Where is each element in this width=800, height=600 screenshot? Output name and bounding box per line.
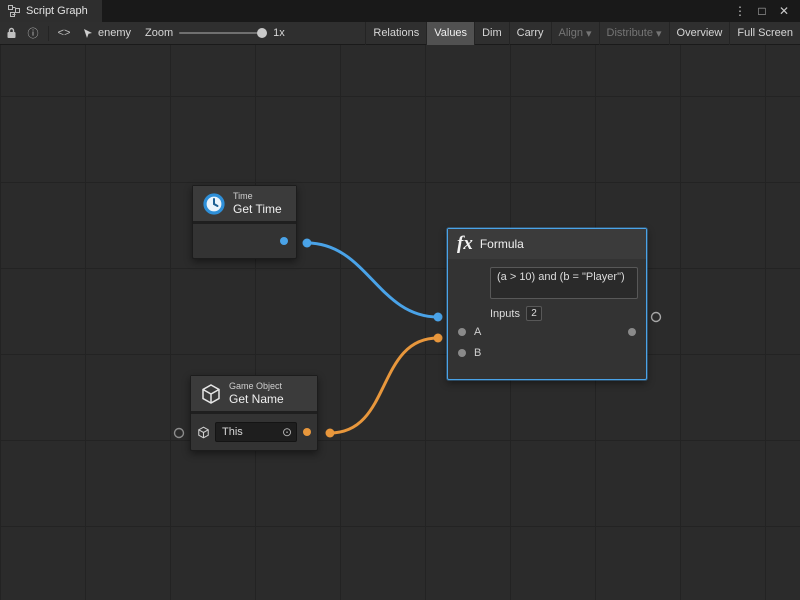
- zoom-label: Zoom: [145, 27, 173, 39]
- overview-button[interactable]: Overview: [669, 22, 730, 45]
- tab-script-graph[interactable]: Script Graph: [0, 0, 102, 22]
- toolbar-separator: [48, 26, 49, 41]
- formula-result-unconnected-port[interactable]: [652, 313, 661, 322]
- get-time-title: Get Time: [233, 202, 282, 216]
- carry-button[interactable]: Carry: [509, 22, 551, 45]
- formula-expression-input[interactable]: (a > 10) and (b = "Player"): [490, 267, 638, 299]
- connection-wires: [0, 45, 800, 600]
- wire-start-port-get-name[interactable]: [326, 429, 335, 438]
- formula-port-b-label: B: [474, 347, 481, 359]
- dim-label: Dim: [482, 27, 502, 39]
- fullscreen-label: Full Screen: [737, 27, 793, 39]
- pointer-icon: [83, 28, 94, 39]
- inputs-count-input[interactable]: 2: [526, 306, 542, 321]
- formula-header[interactable]: fx Formula: [448, 229, 646, 259]
- get-name-target-unconnected-port[interactable]: [175, 429, 184, 438]
- dim-button[interactable]: Dim: [474, 22, 509, 45]
- node-get-time[interactable]: Time Get Time: [192, 185, 297, 259]
- wire-get-time-to-formula-a[interactable]: [307, 243, 438, 317]
- formula-port-row-a: A: [448, 321, 646, 342]
- zoom-value: 1x: [273, 27, 285, 39]
- graph-owner-indicator[interactable]: enemy: [75, 27, 139, 39]
- formula-title: Formula: [480, 237, 524, 251]
- target-object-value: This: [222, 426, 243, 438]
- get-name-body: This ⊙: [191, 414, 317, 450]
- graph-name: enemy: [98, 27, 131, 39]
- window-menu-icon[interactable]: ⋮: [730, 4, 750, 18]
- distribute-button[interactable]: Distribute▾: [599, 22, 669, 45]
- title-bar: Script Graph ⋮ □ ✕: [0, 0, 800, 22]
- wire-end-port-formula-a[interactable]: [434, 313, 443, 322]
- node-formula[interactable]: fx Formula (a > 10) and (b = "Player") I…: [447, 228, 647, 380]
- cube-icon-small: [197, 426, 210, 439]
- tab-title: Script Graph: [26, 5, 88, 17]
- align-label: Align: [559, 27, 583, 39]
- align-button[interactable]: Align▾: [551, 22, 599, 45]
- wire-get-name-to-formula-b[interactable]: [330, 338, 438, 433]
- get-name-category: Game Object: [229, 381, 284, 392]
- toolbar-buttons: Relations Values Dim Carry Align▾ Distri…: [365, 22, 800, 45]
- zoom-slider-handle[interactable]: [257, 28, 267, 38]
- carry-label: Carry: [517, 27, 544, 39]
- lock-icon[interactable]: [0, 22, 22, 45]
- graph-toolbar: ⓘ <> enemy Zoom 1x Relations Values Dim …: [0, 22, 800, 45]
- object-picker-icon[interactable]: ⊙: [282, 425, 292, 439]
- formula-port-row-b: B: [448, 342, 646, 363]
- values-label: Values: [434, 27, 467, 39]
- graph-canvas[interactable]: Time Get Time fx Formula (a > 10) and (b…: [0, 45, 800, 600]
- formula-input-port-a[interactable]: [458, 328, 466, 336]
- overview-label: Overview: [677, 27, 723, 39]
- code-icon[interactable]: <>: [53, 22, 75, 45]
- clock-icon: [202, 192, 226, 216]
- close-icon[interactable]: ✕: [774, 4, 794, 18]
- formula-port-a-label: A: [474, 326, 481, 338]
- node-get-name[interactable]: Game Object Get Name This ⊙: [190, 375, 318, 451]
- relations-label: Relations: [373, 27, 419, 39]
- formula-fx-icon: fx: [457, 234, 473, 254]
- get-name-header[interactable]: Game Object Get Name: [191, 376, 317, 411]
- zoom-slider[interactable]: [179, 32, 267, 34]
- info-icon[interactable]: ⓘ: [22, 22, 44, 45]
- maximize-icon[interactable]: □: [752, 4, 772, 18]
- get-time-header[interactable]: Time Get Time: [193, 186, 296, 221]
- chevron-down-icon: ▾: [586, 27, 592, 40]
- get-time-category: Time: [233, 191, 282, 202]
- get-time-output-port[interactable]: [280, 237, 288, 245]
- wire-end-port-formula-b[interactable]: [434, 334, 443, 343]
- distribute-label: Distribute: [607, 27, 653, 39]
- values-button[interactable]: Values: [426, 22, 474, 45]
- fullscreen-button[interactable]: Full Screen: [729, 22, 800, 45]
- chevron-down-icon: ▾: [656, 27, 662, 40]
- relations-button[interactable]: Relations: [365, 22, 426, 45]
- formula-input-port-b[interactable]: [458, 349, 466, 357]
- cube-icon: [200, 383, 222, 405]
- inputs-label: Inputs: [490, 308, 520, 320]
- formula-output-port[interactable]: [628, 328, 636, 336]
- script-graph-icon: [8, 5, 20, 17]
- zoom-control: Zoom 1x: [139, 27, 291, 39]
- get-time-body: [193, 224, 296, 258]
- wire-start-port-get-time[interactable]: [303, 239, 312, 248]
- get-name-output-port[interactable]: [303, 428, 311, 436]
- target-object-dropdown[interactable]: This ⊙: [215, 422, 297, 442]
- get-name-title: Get Name: [229, 392, 284, 406]
- window-controls: ⋮ □ ✕: [730, 0, 800, 22]
- formula-inputs-row: Inputs 2: [490, 306, 646, 321]
